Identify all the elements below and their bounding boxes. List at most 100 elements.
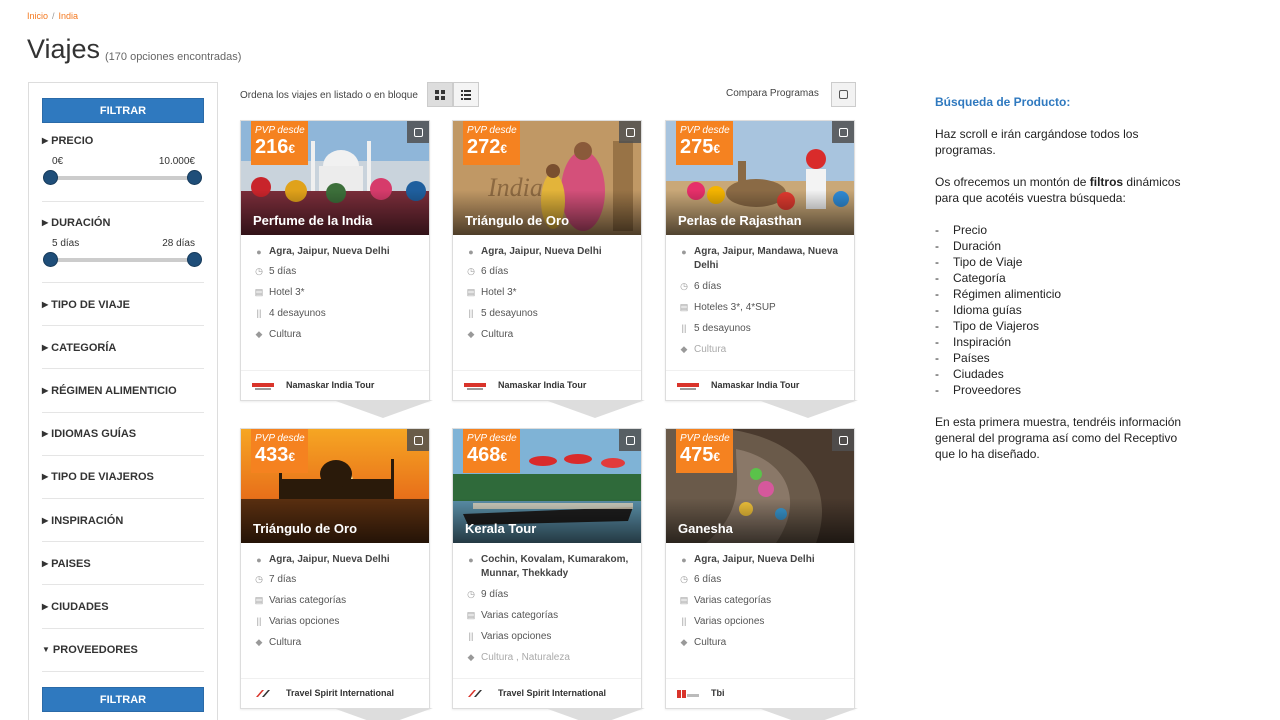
divider [42, 455, 204, 456]
annotation-paragraph-scroll: Haz scroll e irán cargándose todos los p… [935, 127, 1139, 157]
price-currency: € [500, 142, 508, 156]
breadcrumb-separator: / [52, 11, 55, 21]
annotation-paragraph-filters: Os ofrecemos un montón de filtros dinámi… [935, 174, 1185, 206]
meals-text: Varias opciones [481, 631, 552, 642]
filter-section-traveler-type[interactable]: ▶ TIPO DE VIAJEROS [42, 471, 204, 483]
annotation-filter-list: Precio Duración Tipo de Viaje Categoría … [935, 222, 1185, 398]
trip-card[interactable]: PVP desde 433€ Triángulo de Oro ● Agra, Ja… [240, 428, 433, 720]
trip-image: India PVP desde 272€ Triángulo de Oro [453, 121, 641, 235]
filter-button-top[interactable]: FILTRAR [42, 98, 204, 123]
list-item: Idioma guías [935, 302, 1185, 318]
annotation-panel: Búsqueda de Producto: Haz scroll e irán … [935, 94, 1185, 478]
trip-card[interactable]: PVP desde 275€ Perlas de Rajasthan ● Agra,… [665, 120, 858, 418]
trip-title[interactable]: Perlas de Rajasthan [678, 213, 802, 228]
caret-right-icon: ▶ [42, 300, 49, 309]
caret-right-icon: ▶ [42, 516, 49, 525]
duration-slider[interactable] [43, 252, 202, 267]
divider [42, 628, 204, 629]
trip-meals: || 5 desayunos [465, 308, 635, 319]
grid-view-button[interactable] [427, 82, 453, 107]
caret-right-icon: ▶ [42, 386, 49, 395]
provider-logo [464, 383, 486, 390]
trip-duration: ◷ 9 días [465, 589, 635, 600]
price-badge: PVP desde 272€ [463, 121, 520, 165]
filter-section-duration[interactable]: ▶ DURACIÓN [42, 217, 204, 229]
filters-text-bold: filtros [1089, 175, 1124, 189]
compare-checkbox[interactable] [407, 121, 429, 143]
list-item: Categoría [935, 270, 1185, 286]
trip-hotel: ▤ Varias categorías [678, 595, 848, 606]
trip-card[interactable]: PVP desde 475€ Ganesha ● Agra, Jaipur, Nue… [665, 428, 858, 720]
meals-text: Varias opciones [269, 616, 340, 627]
breadcrumb-home[interactable]: Inicio [27, 11, 48, 21]
provider-logo [468, 690, 482, 697]
price-max-handle[interactable] [187, 170, 202, 185]
filter-button-bottom[interactable]: FILTRAR [42, 687, 204, 712]
places-text: Agra, Jaipur, Nueva Delhi [269, 554, 390, 565]
filter-section-price[interactable]: ▶ PRECIO [42, 135, 204, 147]
caret-right-icon: ▶ [42, 136, 49, 145]
filter-section-guide-languages[interactable]: ▶ IDIOMAS GUÍAS [42, 428, 204, 440]
provider-name: Travel Spirit International [286, 688, 395, 698]
list-item: Tipo de Viaje [935, 254, 1185, 270]
breadcrumb: Inicio / India [27, 11, 78, 21]
filter-section-trip-type[interactable]: ▶ TIPO DE VIAJE [42, 299, 204, 311]
compare-checkbox[interactable] [619, 429, 641, 451]
results-count: (170 opciones encontradas) [105, 51, 242, 63]
type-text: Cultura [269, 329, 302, 340]
divider [42, 584, 204, 585]
checkbox-icon [838, 127, 848, 137]
card-tab [333, 400, 433, 418]
price-slider[interactable] [43, 170, 202, 185]
trip-title[interactable]: Ganesha [678, 521, 733, 536]
filter-section-cities[interactable]: ▶ CIUDADES [42, 601, 204, 613]
price-prefix: PVP desde [680, 433, 730, 444]
provider-name: Tbi [711, 688, 725, 698]
trip-meals: || Varias opciones [678, 616, 848, 627]
cutlery-icon: || [681, 616, 687, 626]
trip-card[interactable]: PVP desde 216€ Perfume de la India ● Agra,… [240, 120, 433, 418]
filter-section-inspiration[interactable]: ▶ INSPIRACIÓN [42, 515, 204, 527]
filter-section-providers[interactable]: ▼ PROVEEDORES [42, 644, 204, 656]
divider [42, 368, 204, 369]
trip-type: ◆ Cultura [465, 329, 635, 340]
compare-checkbox[interactable] [407, 429, 429, 451]
trip-title[interactable]: Triángulo de Oro [253, 521, 357, 536]
filter-section-meal-plan[interactable]: ▶ RÉGIMEN ALIMENTICIO [42, 385, 204, 397]
trip-title[interactable]: Kerala Tour [465, 521, 536, 536]
trip-title[interactable]: Perfume de la India [253, 213, 372, 228]
trip-card[interactable]: India PVP desde 272€ Triángulo de Oro ● Ag… [452, 120, 645, 418]
trip-image: PVP desde 433€ Triángulo de Oro [241, 429, 429, 543]
compare-checkbox[interactable] [619, 121, 641, 143]
price-max: 10.000€ [158, 156, 195, 167]
tag-icon: ◆ [680, 344, 688, 354]
divider [42, 282, 204, 283]
trip-title[interactable]: Triángulo de Oro [465, 213, 569, 228]
type-text: Cultura [481, 329, 514, 340]
divider [42, 541, 204, 542]
compare-programs-button[interactable] [831, 82, 856, 107]
filter-section-countries[interactable]: ▶ PAISES [42, 558, 204, 570]
list-item: Ciudades [935, 366, 1185, 382]
price-min-handle[interactable] [43, 170, 58, 185]
clock-icon: ◷ [680, 281, 688, 291]
compare-checkbox[interactable] [832, 121, 854, 143]
duration-text: 7 días [269, 574, 297, 585]
duration-min-handle[interactable] [43, 252, 58, 267]
filter-section-category[interactable]: ▶ CATEGORÍA [42, 342, 204, 354]
caret-right-icon: ▶ [42, 343, 49, 352]
annotation-paragraph-info: En esta primera muestra, tendréis inform… [935, 415, 1182, 461]
compare-programs-label: Compara Programas [726, 88, 819, 99]
trip-places: ● Agra, Jaipur, Nueva Delhi [678, 553, 848, 567]
breadcrumb-current[interactable]: India [59, 11, 79, 21]
trip-card[interactable]: PVP desde 468€ Kerala Tour ● Cochin, Koval… [452, 428, 645, 720]
duration-max: 28 días [162, 238, 195, 249]
trip-duration: ◷ 7 días [253, 574, 423, 585]
list-view-button[interactable] [453, 82, 479, 107]
cutlery-icon: || [468, 631, 474, 641]
divider [42, 671, 204, 672]
compare-checkbox[interactable] [832, 429, 854, 451]
duration-max-handle[interactable] [187, 252, 202, 267]
trip-places: ● Agra, Jaipur, Nueva Delhi [253, 553, 423, 567]
location-icon: ● [681, 247, 687, 257]
